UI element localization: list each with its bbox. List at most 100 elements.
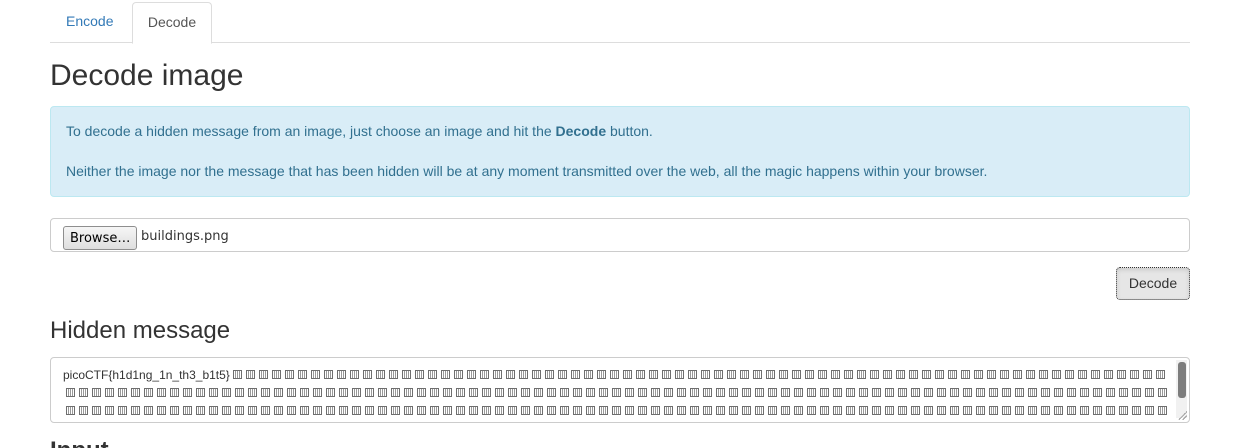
- unprintable-char-icon: [560, 388, 569, 398]
- tab-encode[interactable]: Encode: [50, 2, 129, 43]
- unprintable-char-icon: [547, 406, 556, 416]
- unprintable-char-icon: [1002, 388, 1011, 398]
- unprintable-char-icon: [66, 406, 75, 416]
- unprintable-char-icon: [170, 406, 179, 416]
- unprintable-char-icon: [300, 406, 309, 416]
- unprintable-char-icon: [638, 406, 647, 416]
- unprintable-char-icon: [144, 388, 153, 398]
- unprintable-char-icon: [118, 388, 127, 398]
- unprintable-char-icon: [339, 388, 348, 398]
- unprintable-char-icon: [599, 388, 608, 398]
- info-privacy-note: Neither the image nor the message that h…: [66, 163, 988, 179]
- unprintable-char-icon: [690, 388, 699, 398]
- unprintable-char-icon: [1129, 370, 1139, 380]
- unprintable-char-icon: [261, 406, 270, 416]
- unprintable-char-icon: [248, 388, 257, 398]
- unprintable-char-icon: [729, 406, 738, 416]
- unprintable-char-icon: [885, 388, 894, 398]
- decoded-message: picoCTF{h1d1ng_1n_th3_b1t5}: [63, 368, 230, 382]
- unprintable-char-icon: [1054, 406, 1063, 416]
- unprintable-char-icon: [973, 370, 983, 380]
- unprintable-char-icon: [183, 388, 192, 398]
- unprintable-char-icon: [638, 388, 647, 398]
- unprintable-char-icon: [768, 388, 777, 398]
- unprintable-char-icon: [651, 406, 660, 416]
- unprintable-char-icon: [518, 370, 528, 380]
- unprintable-char-icon: [921, 370, 931, 380]
- hidden-message-heading: Hidden message: [50, 317, 231, 344]
- unprintable-char-icon: [352, 406, 361, 416]
- unprintable-char-icon: [1002, 406, 1011, 416]
- unprintable-char-icon: [336, 370, 346, 380]
- unprintable-char-icon: [1132, 406, 1141, 416]
- unprintable-char-icon: [170, 388, 179, 398]
- unprintable-char-icon: [453, 370, 463, 380]
- unprintable-char-icon: [947, 370, 957, 380]
- decode-button[interactable]: Decode: [1116, 267, 1190, 300]
- resize-grip-icon[interactable]: [1177, 410, 1187, 420]
- unprintable-char-icon: [833, 388, 842, 398]
- unprintable-char-icon: [443, 388, 452, 398]
- unprintable-char-icon: [378, 406, 387, 416]
- unprintable-char-icon: [508, 406, 517, 416]
- page-title: Decode image: [50, 59, 244, 92]
- unprintable-char-icon: [323, 370, 333, 380]
- unprintable-char-icon: [466, 370, 476, 380]
- unprintable-char-icon: [456, 388, 465, 398]
- unprintable-char-icon: [1155, 370, 1165, 380]
- unprintable-char-icon: [778, 370, 788, 380]
- unprintable-char-icon: [687, 370, 697, 380]
- unprintable-char-icon: [388, 370, 398, 380]
- file-input[interactable]: Browse… buildings.png: [50, 218, 1190, 252]
- unprintable-char-icon: [625, 406, 634, 416]
- unprintable-char-icon: [609, 370, 619, 380]
- unprintable-char-icon: [755, 406, 764, 416]
- unprintable-char-icon: [274, 406, 283, 416]
- unprintable-char-icon: [768, 406, 777, 416]
- unprintable-char-icon: [882, 370, 892, 380]
- unprintable-char-icon: [885, 406, 894, 416]
- unprintable-char-icon: [248, 406, 257, 416]
- unprintable-char-icon: [427, 370, 437, 380]
- unprintable-char-icon: [1158, 388, 1167, 398]
- unprintable-char-icon: [1067, 388, 1076, 398]
- unprintable-char-icon: [999, 370, 1009, 380]
- unprintable-char-icon: [1028, 406, 1037, 416]
- unprintable-char-icon: [417, 406, 426, 416]
- unprintable-char-icon: [521, 388, 530, 398]
- unprintable-char-icon: [1119, 388, 1128, 398]
- unprintable-char-icon: [352, 388, 361, 398]
- unprintable-char-icon: [635, 370, 645, 380]
- hidden-message-text: picoCTF{h1d1ng_1n_th3_b1t5}: [63, 366, 1168, 420]
- unprintable-char-icon: [92, 406, 101, 416]
- unprintable-char-icon: [859, 406, 868, 416]
- unprintable-char-icon: [274, 388, 283, 398]
- scrollbar-thumb[interactable]: [1178, 362, 1186, 398]
- unprintable-char-icon: [375, 370, 385, 380]
- unprintable-char-icon: [859, 388, 868, 398]
- unprintable-char-icon: [596, 370, 606, 380]
- info-alert: To decode a hidden message from an image…: [50, 106, 1190, 197]
- info-instruction: To decode a hidden message from an image…: [66, 123, 653, 139]
- unprintable-char-icon: [258, 370, 268, 380]
- browse-button[interactable]: Browse…: [63, 226, 138, 250]
- unprintable-char-icon: [703, 406, 712, 416]
- unprintable-char-icon: [924, 406, 933, 416]
- unprintable-char-icon: [755, 388, 764, 398]
- unprintable-char-icon: [1064, 370, 1074, 380]
- unprintable-char-icon: [742, 388, 751, 398]
- unprintable-char-icon: [430, 406, 439, 416]
- unprintable-char-icon: [726, 370, 736, 380]
- unprintable-char-icon: [807, 388, 816, 398]
- unprintable-char-icon: [1025, 370, 1035, 380]
- unprintable-char-icon: [534, 388, 543, 398]
- unprintable-char-icon: [963, 406, 972, 416]
- unprintable-char-icon: [739, 370, 749, 380]
- unprintable-char-icon: [781, 388, 790, 398]
- unprintable-char-icon: [222, 406, 231, 416]
- unprintable-char-icon: [1012, 370, 1022, 380]
- hidden-message-textarea[interactable]: picoCTF{h1d1ng_1n_th3_b1t5}: [50, 357, 1190, 423]
- unprintable-char-icon: [196, 388, 205, 398]
- tab-decode[interactable]: Decode: [132, 2, 212, 44]
- unprintable-char-icon: [752, 370, 762, 380]
